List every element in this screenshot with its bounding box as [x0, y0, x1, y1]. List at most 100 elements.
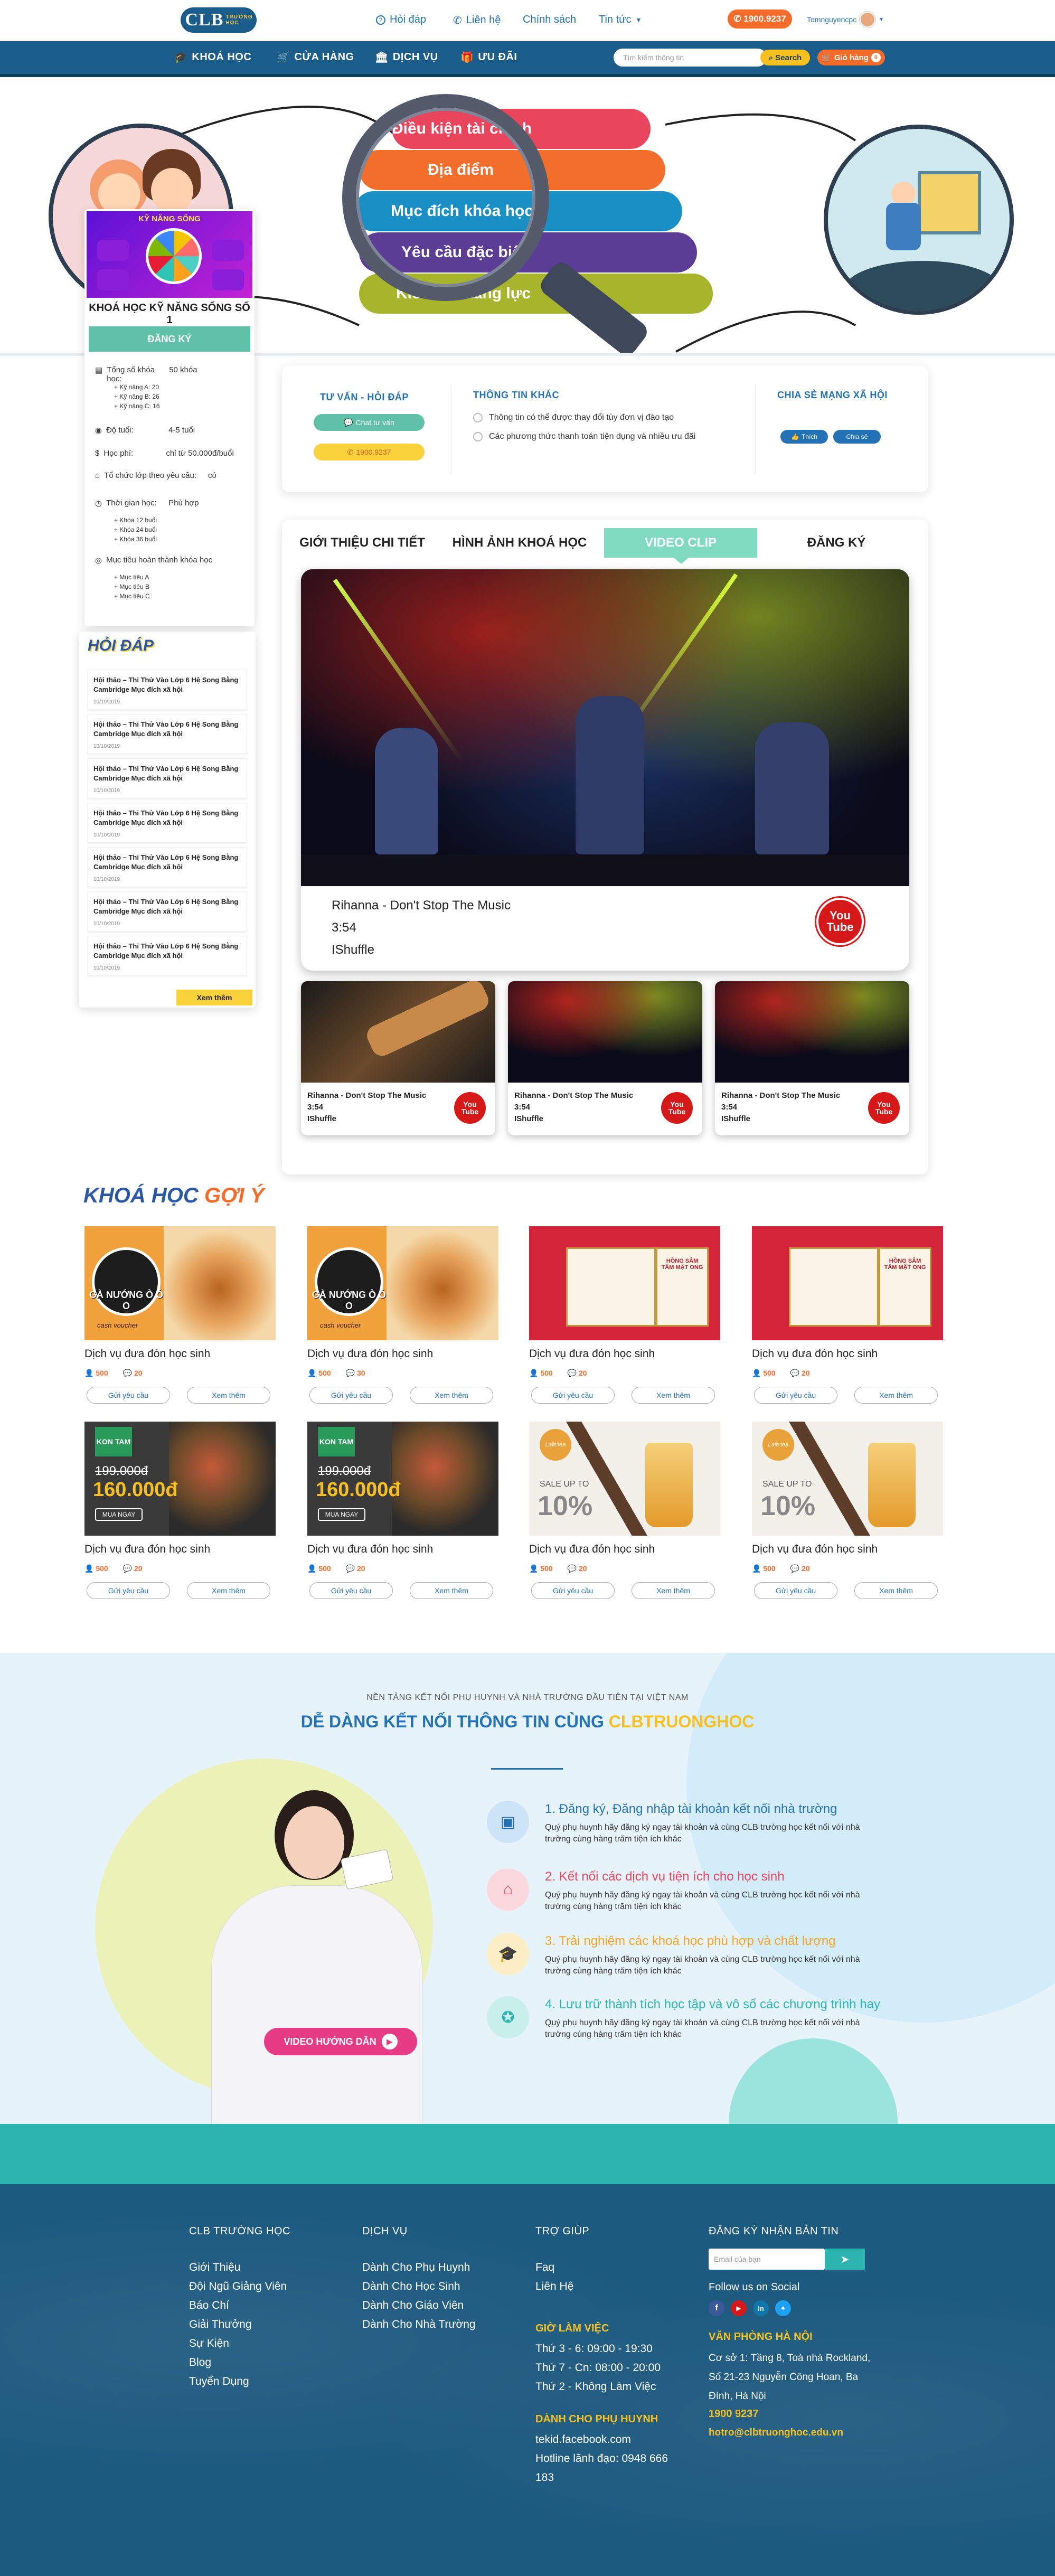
share-button[interactable]: Chia sẻ: [833, 430, 881, 444]
card-title[interactable]: Dịch vụ đưa đón học sinh: [84, 1348, 210, 1360]
nav-khoa-hoc[interactable]: 🎓 KHOÁ HỌC: [174, 51, 251, 64]
footer-link[interactable]: Tuyển Dụng: [189, 2372, 287, 2391]
tab-gioi-thieu[interactable]: GIỚI THIỆU CHI TIẾT: [299, 528, 426, 558]
course-register-button[interactable]: ĐĂNG KÝ: [89, 326, 250, 352]
course-card[interactable]: KON TAM 199.000đ 160.000đ MUA NGAY Dịch v…: [84, 1422, 276, 1607]
request-button[interactable]: Gửi yêu cầu: [87, 1387, 170, 1404]
course-card[interactable]: KON TAM 199.000đ 160.000đ MUA NGAY Dịch v…: [307, 1422, 498, 1607]
connect-title-a: DỄ DÀNG KẾT NỐI THÔNG TIN CÙNG: [300, 1712, 609, 1731]
card-title[interactable]: Dịch vụ đưa đón học sinh: [752, 1543, 878, 1556]
course-card[interactable]: GÀ NƯỚNG Ò Ó O cash voucher Dịch vụ đưa đ…: [84, 1226, 276, 1412]
tab-dang-ky[interactable]: ĐĂNG KÝ: [773, 528, 900, 558]
nav-cua-hang[interactable]: 🛒 CỬA HÀNG: [277, 51, 354, 64]
card-title[interactable]: Dịch vụ đưa đón học sinh: [307, 1543, 433, 1556]
card-title[interactable]: Dịch vụ đưa đón học sinh: [752, 1348, 878, 1360]
newsletter-email-input[interactable]: Email của bạn: [709, 2249, 825, 2270]
qa-item[interactable]: Hội thảo – Thi Thử Vào Lớp 6 Hệ Song Bằn…: [88, 803, 247, 843]
logo-subtext: TRƯỜNG HỌC: [225, 14, 253, 26]
request-button[interactable]: Gửi yêu cầu: [309, 1387, 393, 1404]
newsletter-send-button[interactable]: ➤: [825, 2249, 865, 2270]
video-thumb[interactable]: Rihanna - Don't Stop The Music 3:54 IShuff…: [715, 981, 909, 1135]
tab-video-clip[interactable]: VIDEO CLIP: [604, 528, 757, 558]
qa-item[interactable]: Hội thảo – Thi Thử Vào Lớp 6 Hệ Song Bằn…: [88, 758, 247, 798]
footer-link[interactable]: Báo Chí: [189, 2296, 287, 2315]
request-button[interactable]: Gửi yêu cầu: [309, 1582, 393, 1599]
like-button[interactable]: 👍 Thích: [780, 430, 828, 444]
request-button[interactable]: Gửi yêu cầu: [754, 1582, 837, 1599]
linkedin-icon[interactable]: in: [753, 2300, 769, 2316]
video-thumbnail[interactable]: [301, 569, 909, 886]
tab-hinh-anh[interactable]: HÌNH ẢNH KHOÁ HỌC: [451, 528, 588, 558]
footer-link[interactable]: Đội Ngũ Giảng Viên: [189, 2277, 287, 2296]
office-phone[interactable]: 1900 9237: [709, 2408, 759, 2420]
more-button[interactable]: Xem thêm: [187, 1582, 270, 1599]
more-button[interactable]: Xem thêm: [410, 1387, 493, 1404]
card-title[interactable]: Dịch vụ đưa đón học sinh: [529, 1348, 655, 1360]
footer-link[interactable]: Blog: [189, 2353, 287, 2372]
more-button[interactable]: Xem thêm: [854, 1582, 938, 1599]
other-info-item[interactable]: Thông tin có thể được thay đổi tùy đơn v…: [473, 413, 674, 422]
qa-item[interactable]: Hội thảo – Thi Thử Vào Lớp 6 Hệ Song Bằn…: [88, 714, 247, 754]
youtube-icon[interactable]: You Tube: [454, 1092, 486, 1124]
course-card[interactable]: HỒNG SÂM TẨM MẬT ONG Dịch vụ đưa đón học …: [529, 1226, 720, 1412]
footer-link[interactable]: Dành Cho Giáo Viên: [362, 2296, 476, 2315]
hotline-button[interactable]: ✆ 1900.9237: [728, 10, 792, 29]
youtube-icon[interactable]: You Tube: [661, 1092, 693, 1124]
office-email[interactable]: hotro@clbtruonghoc.edu.vn: [709, 2427, 843, 2439]
footer-link[interactable]: Dành Cho Phụ Huynh: [362, 2258, 476, 2277]
request-button[interactable]: Gửi yêu cầu: [754, 1387, 837, 1404]
course-card[interactable]: HỒNG SÂM TẨM MẬT ONG Dịch vụ đưa đón học …: [752, 1226, 943, 1412]
course-card[interactable]: Lafe'tea SALE UP TO 10% Dịch vụ đưa đón h…: [752, 1422, 943, 1607]
nav-uu-dai[interactable]: 🎁 ƯU ĐÃI: [460, 51, 517, 64]
video-thumb[interactable]: Rihanna - Don't Stop The Music 3:54 IShuff…: [301, 981, 495, 1135]
request-button[interactable]: Gửi yêu cầu: [531, 1582, 615, 1599]
card-title[interactable]: Dịch vụ đưa đón học sinh: [307, 1348, 433, 1360]
footer-link[interactable]: Dành Cho Học Sinh: [362, 2277, 476, 2296]
course-card[interactable]: GÀ NƯỚNG Ò Ó O cash voucher Dịch vụ đưa đ…: [307, 1226, 498, 1412]
cart-button[interactable]: 🛒 Giỏ hàng 0: [817, 50, 885, 65]
qa-more-button[interactable]: Xem thêm: [176, 990, 252, 1005]
video-guide-button[interactable]: VIDEO HƯỚNG DẪN ▶: [264, 2028, 417, 2055]
youtube-icon[interactable]: ▶: [731, 2300, 747, 2316]
facebook-icon[interactable]: f: [709, 2300, 724, 2316]
card-title[interactable]: Dịch vụ đưa đón học sinh: [529, 1543, 655, 1556]
nav-chinh-sach[interactable]: Chính sách: [523, 14, 576, 26]
search-button[interactable]: ⌕ Search: [760, 50, 810, 65]
request-button[interactable]: Gửi yêu cầu: [531, 1387, 615, 1404]
youtube-icon[interactable]: You Tube: [868, 1092, 900, 1124]
qa-item[interactable]: Hội thảo – Thi Thử Vào Lớp 6 Hệ Song Bằn…: [88, 847, 247, 887]
footer-link[interactable]: Dành Cho Nhà Trường: [362, 2315, 476, 2334]
nav-tin-tuc[interactable]: Tin tức ▼: [599, 14, 642, 26]
qa-item[interactable]: Hội thảo – Thi Thử Vào Lớp 6 Hệ Song Bằn…: [88, 936, 247, 976]
more-button[interactable]: Xem thêm: [187, 1387, 270, 1404]
more-button[interactable]: Xem thêm: [632, 1582, 715, 1599]
more-button[interactable]: Xem thêm: [632, 1387, 715, 1404]
twitter-icon[interactable]: ✦: [775, 2300, 791, 2316]
nav-lien-he[interactable]: ✆ Liên hệ: [453, 14, 501, 27]
nav-dich-vu[interactable]: 🏛 DỊCH VỤ: [375, 51, 438, 64]
phone-button[interactable]: ✆ 1900.9237: [314, 444, 425, 460]
footer-link[interactable]: Faq: [535, 2258, 573, 2277]
nav-hoi-dap[interactable]: ? Hỏi đáp: [376, 14, 426, 26]
more-button[interactable]: Xem thêm: [410, 1582, 493, 1599]
site-logo[interactable]: CLB TRƯỜNG HỌC: [181, 7, 257, 33]
card-title[interactable]: Dịch vụ đưa đón học sinh: [84, 1543, 210, 1556]
youtube-icon[interactable]: You Tube: [816, 898, 864, 945]
qa-item[interactable]: Hội thảo – Thi Thử Vào Lớp 6 Hệ Song Bằn…: [88, 670, 247, 710]
more-button[interactable]: Xem thêm: [854, 1387, 938, 1404]
connect-eyebrow: NỀN TẢNG KẾT NỐI PHỤ HUYNH VÀ NHÀ TRƯỜNG…: [366, 1693, 689, 1702]
chat-button[interactable]: 💬 Chat tư vấn: [314, 414, 425, 431]
other-info-item[interactable]: Các phương thức thanh toán tiện dụng và …: [473, 432, 695, 441]
qa-item[interactable]: Hội thảo – Thi Thử Vào Lớp 6 Hệ Song Bằn…: [88, 891, 247, 932]
request-button[interactable]: Gửi yêu cầu: [87, 1582, 170, 1599]
main-video[interactable]: Rihanna - Don't Stop The Music 3:54 IShu…: [301, 569, 909, 971]
footer-link[interactable]: Sự Kiện: [189, 2334, 287, 2353]
search-input[interactable]: Tìm kiếm thông tin: [614, 49, 767, 67]
nav-label: ƯU ĐÃI: [478, 51, 517, 63]
footer-link[interactable]: Liên Hệ: [535, 2277, 573, 2296]
video-thumb[interactable]: Rihanna - Don't Stop The Music 3:54 IShuff…: [508, 981, 702, 1135]
footer-link[interactable]: Giới Thiệu: [189, 2258, 287, 2277]
user-menu[interactable]: Tomnguyencpc ▼: [807, 12, 884, 27]
course-card[interactable]: Lafe'tea SALE UP TO 10% Dịch vụ đưa đón h…: [529, 1422, 720, 1607]
footer-link[interactable]: Giải Thưởng: [189, 2315, 287, 2334]
